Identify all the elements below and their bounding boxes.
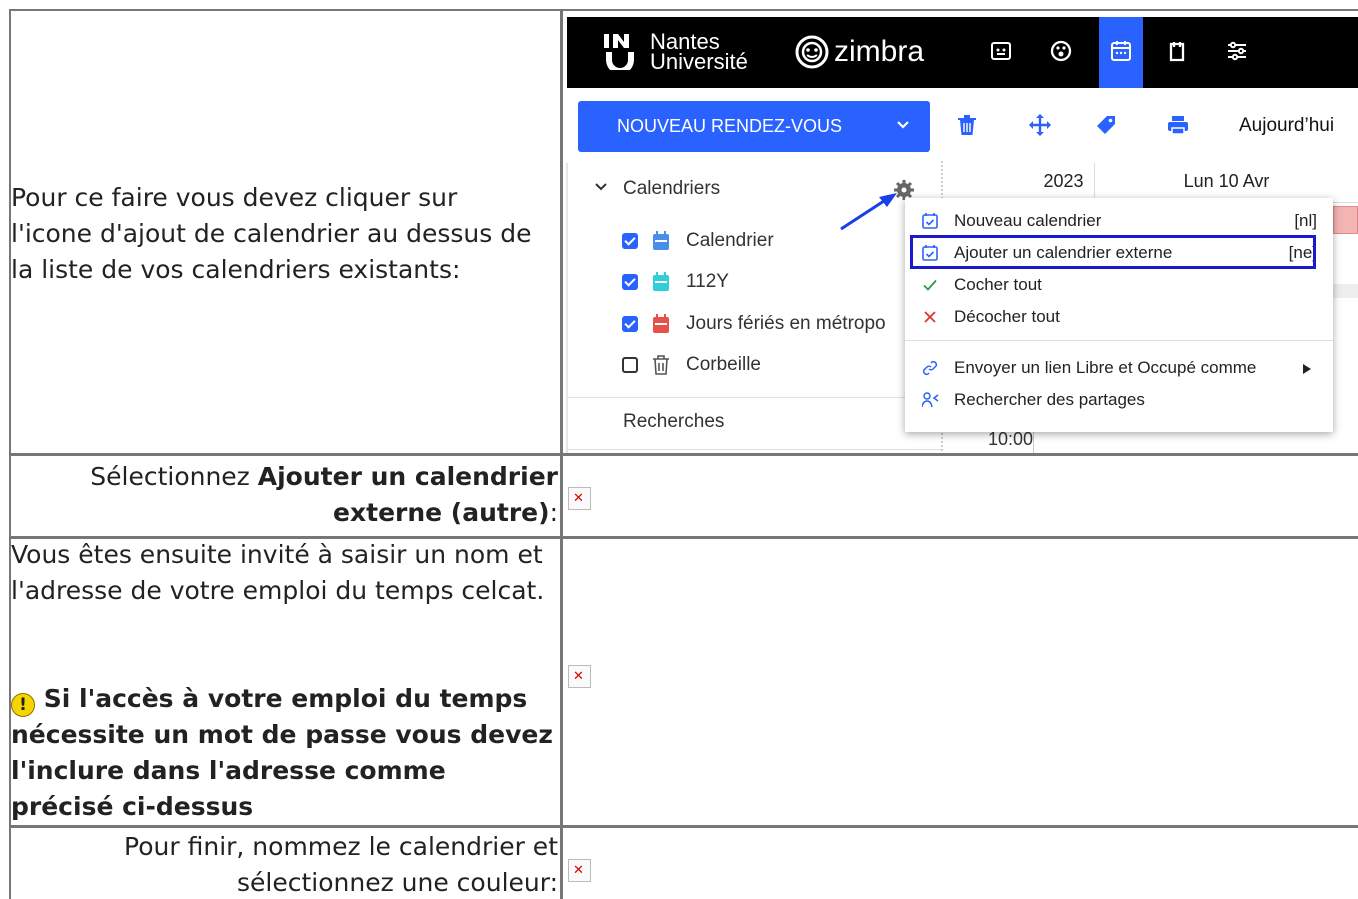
searches-section-header[interactable]: Recherches [623, 411, 724, 433]
calendar-name[interactable]: Calendrier [686, 230, 774, 252]
calendar-checkbox[interactable] [622, 274, 638, 290]
check-icon [923, 279, 937, 291]
calendar-context-menu: Nouveau calendrier [nl] Ajouter un calen… [905, 198, 1333, 432]
warning-icon: ! [11, 693, 35, 717]
highlight-box [910, 235, 1316, 269]
chevron-down-icon[interactable] [896, 120, 910, 130]
calendar-app-icon[interactable] [1099, 17, 1143, 88]
row-4-image-cell [563, 828, 1358, 899]
link-icon [922, 360, 938, 376]
menu-item-label: Cocher tout [954, 275, 1042, 294]
delete-icon[interactable] [957, 114, 977, 136]
calendar-icon [653, 314, 669, 333]
trash-icon [653, 355, 669, 375]
row-2-image-cell [563, 456, 1358, 536]
calendar-name[interactable]: Corbeille [686, 354, 761, 376]
row-2-text-cell: Sélectionnez Ajouter un calendrier exter… [11, 456, 560, 536]
close-icon [924, 311, 936, 323]
broken-image-icon [568, 665, 591, 688]
broken-image-icon [568, 487, 591, 510]
menu-item-label: Envoyer un lien Libre et Occupé comme [954, 358, 1257, 377]
brand-line-2: Université [650, 49, 748, 74]
share-search-icon [922, 392, 939, 408]
tag-icon[interactable] [1095, 114, 1117, 136]
chevron-down-icon[interactable] [595, 183, 607, 192]
menu-item-shortcut: [nl] [1294, 211, 1317, 230]
zimbra-top-bar: Nantes Université zimbra [567, 17, 1358, 88]
row-4-text: Pour finir, nommez le calendrier et séle… [124, 832, 558, 897]
calendar-checkbox[interactable] [622, 233, 638, 249]
zimbra-logo: zimbra [792, 35, 924, 69]
settings-app-icon[interactable] [1215, 17, 1259, 88]
row-2-prefix: Sélectionnez [90, 462, 258, 491]
row-3-text-cell: Vous êtes ensuite invité à saisir un nom… [11, 539, 560, 825]
row-2-text: Sélectionnez Ajouter un calendrier exter… [38, 459, 558, 531]
menu-item-label: Décocher tout [954, 307, 1060, 326]
zimbra-wordmark: zimbra [834, 35, 925, 68]
event-block[interactable] [1333, 206, 1358, 234]
calendars-section-header[interactable]: Calendriers [623, 178, 720, 200]
vertical-divider [566, 163, 568, 453]
section-divider [567, 449, 941, 450]
broken-image-icon [568, 859, 591, 882]
calendar-checkbox[interactable] [622, 316, 638, 332]
today-button[interactable]: Aujourd’hui [1239, 115, 1334, 137]
contacts-app-icon[interactable] [1039, 17, 1083, 88]
new-appointment-label: NOUVEAU RENDEZ-VOUS [617, 116, 843, 136]
row-3-text: Vous êtes ensuite invité à saisir un nom… [11, 540, 545, 605]
menu-item-label: Nouveau calendrier [954, 211, 1102, 230]
move-icon[interactable] [1029, 114, 1051, 136]
calendar-check-icon [922, 213, 938, 229]
row-3-warning: ! Si l'accès à votre emploi du temps néc… [11, 681, 556, 825]
zimbra-face-icon [795, 35, 829, 69]
row-3-warning-text: Si l'accès à votre emploi du temps néces… [11, 684, 553, 821]
calendar-icon [653, 272, 669, 291]
new-appointment-button[interactable]: NOUVEAU RENDEZ-VOUS [578, 101, 930, 152]
tasks-app-icon[interactable] [1155, 17, 1199, 88]
calendar-icon [653, 231, 669, 250]
submenu-arrow-icon [1303, 364, 1311, 374]
menu-item-check-all[interactable]: Cocher tout [905, 270, 1333, 300]
mail-app-icon[interactable] [979, 17, 1023, 88]
pointer-arrow-icon [840, 193, 897, 231]
menu-item-search-shares[interactable]: Rechercher des partages [905, 385, 1333, 415]
menu-item-label: Rechercher des partages [954, 390, 1145, 409]
section-divider [567, 397, 941, 398]
calendar-header: 2023 Lun 10 Avr [1033, 163, 1358, 203]
row-1-text: Pour ce faire vous devez cliquer sur l'i… [11, 183, 532, 284]
nu-mark-icon [604, 34, 634, 70]
zimbra-screenshot: Nantes Université zimbra NOUVEAU RENDEZ-V… [563, 11, 1358, 453]
event-block[interactable] [1333, 284, 1358, 298]
row-4-text-cell: Pour finir, nommez le calendrier et séle… [11, 828, 560, 899]
menu-separator [905, 340, 1333, 341]
day-label: Lun 10 Avr [1183, 171, 1270, 191]
time-divider [1033, 431, 1034, 453]
calendar-name[interactable]: 112Y [686, 271, 729, 293]
row-2-bold: Ajouter un calendrier externe (autre) [257, 462, 558, 527]
menu-item-send-free-busy[interactable]: Envoyer un lien Libre et Occupé comme [905, 353, 1333, 383]
calendar-checkbox[interactable] [622, 357, 638, 373]
menu-item-uncheck-all[interactable]: Décocher tout [905, 302, 1333, 332]
row-2-suffix: : [549, 498, 558, 527]
calendar-name[interactable]: Jours fériés en métropo [686, 313, 906, 335]
row-3-image-cell [563, 539, 1358, 825]
menu-item-new-calendar[interactable]: Nouveau calendrier [nl] [905, 206, 1333, 236]
year-label: 2023 [1033, 163, 1095, 203]
time-label: 10:00 [987, 429, 1033, 449]
print-icon[interactable] [1167, 114, 1189, 136]
row-1-text-cell: Pour ce faire vous devez cliquer sur l'i… [11, 11, 560, 453]
